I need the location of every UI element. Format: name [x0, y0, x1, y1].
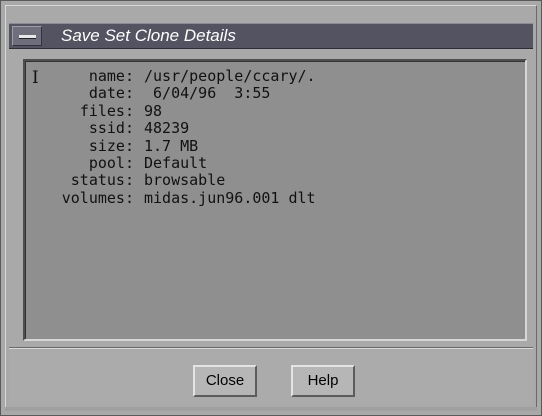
window-menu-icon[interactable]	[12, 26, 42, 46]
detail-row-date: date: 6/04/96 3:55	[26, 84, 316, 103]
detail-row-pool: pool: Default	[26, 153, 316, 172]
clone-details-window: Save Set Clone Details I name:/usr/peopl…	[0, 0, 542, 416]
detail-label: date:	[88, 84, 134, 103]
help-button[interactable]: Help	[291, 365, 355, 397]
detail-value: /usr/people/ccary/.	[144, 67, 316, 85]
detail-label: status:	[70, 171, 134, 190]
detail-label: volumes:	[61, 188, 134, 207]
details-list: name: /usr/people/ccary/. date: 6/04/96 3…	[26, 67, 316, 207]
detail-value: 6/04/96 3:55	[144, 84, 271, 103]
detail-value: 98	[144, 101, 163, 120]
close-button[interactable]: Close	[193, 365, 257, 397]
details-text-panel[interactable]: I name:/usr/people/ccary/. date: 6/04/96…	[23, 59, 527, 341]
window-title: Save Set Clone Details	[61, 26, 236, 45]
title-bar[interactable]: Save Set Clone Details	[9, 23, 533, 49]
detail-row-ssid: ssid: 48239	[26, 119, 316, 138]
detail-label: name:	[88, 67, 134, 85]
detail-row-size: size: 1.7 MB	[26, 136, 316, 155]
detail-row-status: status: browsable	[26, 171, 316, 190]
details-text-inner: I name:/usr/people/ccary/. date: 6/04/96…	[25, 61, 525, 339]
detail-row-name: name: /usr/people/ccary/.	[26, 67, 316, 85]
detail-value: 48239	[144, 119, 190, 138]
detail-value: Default	[144, 153, 208, 172]
detail-label: pool:	[88, 153, 134, 172]
detail-label: files:	[79, 101, 134, 120]
window-menu-bar	[19, 35, 36, 39]
button-area: Close Help	[9, 349, 533, 405]
detail-value: midas.jun96.001 dlt	[144, 188, 316, 207]
content-area: I name:/usr/people/ccary/. date: 6/04/96…	[9, 49, 533, 349]
detail-row-files: files: 98	[26, 101, 316, 120]
window-bottom-frame[interactable]	[5, 407, 537, 411]
detail-label: ssid:	[88, 119, 134, 138]
detail-label: size:	[88, 136, 134, 155]
detail-value: browsable	[144, 171, 226, 190]
detail-row-volumes: volumes: midas.jun96.001 dlt	[26, 188, 316, 207]
detail-value: 1.7 MB	[144, 136, 199, 155]
